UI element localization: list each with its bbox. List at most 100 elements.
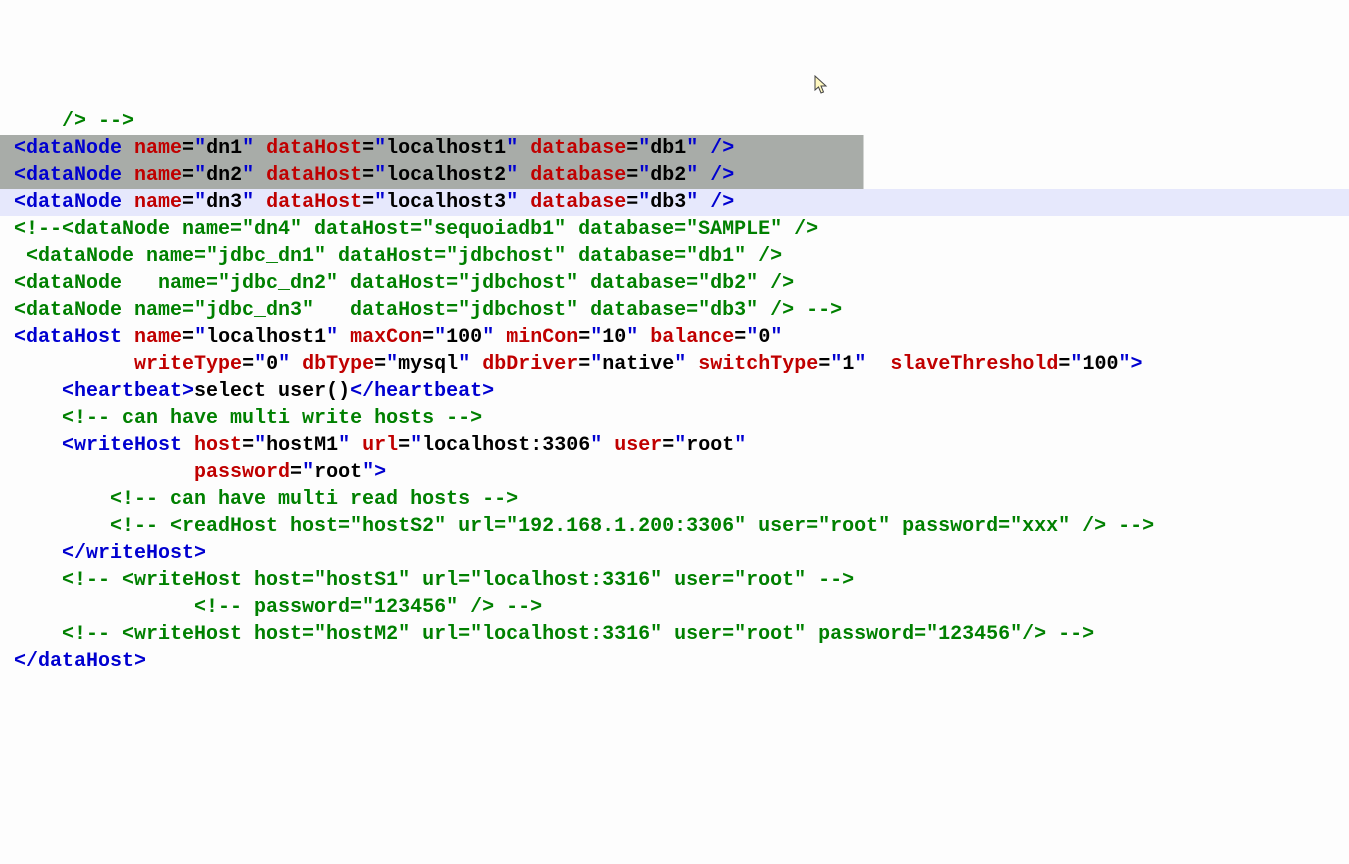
token-cmt: <dataNode name="jdbc_dn1" dataHost="jdbc… bbox=[14, 245, 782, 268]
token-txt bbox=[14, 596, 194, 619]
token-tag: " bbox=[410, 434, 422, 457]
token-tag: <heartbeat> bbox=[62, 380, 194, 403]
token-eq: = bbox=[626, 164, 638, 187]
code-line[interactable]: </dataHost> bbox=[0, 648, 1349, 675]
token-tag: " bbox=[458, 353, 482, 376]
code-line[interactable]: writeType="0" dbType="mysql" dbDriver="n… bbox=[0, 351, 1349, 378]
token-tag: <dataNode bbox=[14, 191, 134, 214]
code-line[interactable]: <writeHost host="hostM1" url="localhost:… bbox=[0, 432, 1349, 459]
token-tag: </writeHost> bbox=[62, 542, 206, 565]
token-eq: = bbox=[242, 434, 254, 457]
code-line[interactable]: <!-- <readHost host="hostS2" url="192.16… bbox=[0, 513, 1349, 540]
token-tag: " bbox=[734, 434, 746, 457]
code-line[interactable]: <dataNode name="dn1" dataHost="localhost… bbox=[0, 135, 1349, 162]
token-tag: " /> bbox=[686, 191, 734, 214]
token-attr: database bbox=[530, 191, 626, 214]
token-eq: = bbox=[290, 461, 302, 484]
code-line[interactable]: <dataNode name="jdbc_dn3" dataHost="jdbc… bbox=[0, 297, 1349, 324]
token-txt bbox=[14, 515, 110, 538]
token-val: dn1 bbox=[206, 137, 242, 160]
code-line[interactable]: <dataHost name="localhost1" maxCon="100"… bbox=[0, 324, 1349, 351]
token-attr: user bbox=[614, 434, 662, 457]
code-editor[interactable]: /> --><dataNode name="dn1" dataHost="loc… bbox=[0, 108, 1349, 675]
token-val: dn2 bbox=[206, 164, 242, 187]
token-eq: = bbox=[578, 326, 590, 349]
token-val: dn3 bbox=[206, 191, 242, 214]
token-cmt: /> --> bbox=[14, 110, 134, 133]
token-eq: = bbox=[182, 137, 194, 160]
token-eq: = bbox=[578, 353, 590, 376]
token-tag: "> bbox=[362, 461, 386, 484]
token-txt bbox=[14, 353, 134, 376]
token-tag: " bbox=[854, 353, 890, 376]
token-txt bbox=[14, 569, 62, 592]
token-eq: = bbox=[182, 191, 194, 214]
code-line[interactable]: <!-- can have multi write hosts --> bbox=[0, 405, 1349, 432]
token-tag: " bbox=[506, 137, 530, 160]
code-line[interactable]: <!-- <writeHost host="hostS1" url="local… bbox=[0, 567, 1349, 594]
code-line[interactable]: <dataNode name="dn2" dataHost="localhost… bbox=[0, 162, 1349, 189]
token-tag: " bbox=[482, 326, 506, 349]
token-cmt: <!-- <writeHost host="hostM2" url="local… bbox=[62, 623, 1094, 646]
token-txt: select user() bbox=[194, 380, 350, 403]
token-eq: = bbox=[242, 353, 254, 376]
token-tag: " bbox=[626, 326, 650, 349]
token-attr: url bbox=[362, 434, 398, 457]
token-tag: " bbox=[194, 137, 206, 160]
token-eq: = bbox=[182, 326, 194, 349]
token-eq: = bbox=[182, 164, 194, 187]
token-txt bbox=[14, 407, 62, 430]
token-attr: minCon bbox=[506, 326, 578, 349]
token-attr: name bbox=[134, 191, 182, 214]
token-tag: " /> bbox=[686, 137, 734, 160]
token-tag: " bbox=[590, 434, 614, 457]
code-line[interactable]: password="root"> bbox=[0, 459, 1349, 486]
token-val: hostM1 bbox=[266, 434, 338, 457]
token-tag: " bbox=[638, 137, 650, 160]
token-val: 10 bbox=[602, 326, 626, 349]
token-eq: = bbox=[626, 137, 638, 160]
code-line[interactable]: <dataNode name="jdbc_dn1" dataHost="jdbc… bbox=[0, 243, 1349, 270]
token-tag: </heartbeat> bbox=[350, 380, 494, 403]
token-eq: = bbox=[422, 326, 434, 349]
token-val: 0 bbox=[266, 353, 278, 376]
token-attr: dataHost bbox=[266, 137, 362, 160]
token-eq: = bbox=[662, 434, 674, 457]
token-tag: " bbox=[242, 137, 266, 160]
token-eq: = bbox=[362, 164, 374, 187]
token-attr: name bbox=[134, 137, 182, 160]
token-txt bbox=[14, 461, 194, 484]
token-val: 0 bbox=[758, 326, 770, 349]
token-attr: writeType bbox=[134, 353, 242, 376]
code-line[interactable]: <dataNode name="dn3" dataHost="localhost… bbox=[0, 189, 1349, 216]
code-line[interactable]: <!-- password="123456" /> --> bbox=[0, 594, 1349, 621]
token-val: localhost2 bbox=[386, 164, 506, 187]
token-tag: " bbox=[374, 164, 386, 187]
code-line[interactable]: <heartbeat>select user()</heartbeat> bbox=[0, 378, 1349, 405]
token-tag: " bbox=[194, 191, 206, 214]
code-line[interactable]: <!-- can have multi read hosts --> bbox=[0, 486, 1349, 513]
token-attr: dataHost bbox=[266, 191, 362, 214]
code-line[interactable]: <!-- <writeHost host="hostM2" url="local… bbox=[0, 621, 1349, 648]
token-val: native bbox=[602, 353, 674, 376]
token-attr: database bbox=[530, 137, 626, 160]
token-attr: dataHost bbox=[266, 164, 362, 187]
code-line[interactable]: <!--<dataNode name="dn4" dataHost="sequo… bbox=[0, 216, 1349, 243]
token-attr: balance bbox=[650, 326, 734, 349]
token-tag: " bbox=[254, 353, 266, 376]
token-attr: dbType bbox=[302, 353, 374, 376]
token-cmt: <!-- <writeHost host="hostS1" url="local… bbox=[62, 569, 854, 592]
code-line[interactable]: </writeHost> bbox=[0, 540, 1349, 567]
token-tag: " bbox=[326, 326, 350, 349]
token-val: localhost1 bbox=[386, 137, 506, 160]
token-val: root bbox=[314, 461, 362, 484]
token-txt bbox=[14, 488, 110, 511]
token-val: 1 bbox=[842, 353, 854, 376]
code-line[interactable]: <dataNode name="jdbc_dn2" dataHost="jdbc… bbox=[0, 270, 1349, 297]
token-tag: " bbox=[302, 461, 314, 484]
token-tag: " bbox=[590, 326, 602, 349]
token-val: localhost3 bbox=[386, 191, 506, 214]
token-val: root bbox=[686, 434, 734, 457]
code-line[interactable]: /> --> bbox=[0, 108, 1349, 135]
token-tag: " bbox=[830, 353, 842, 376]
